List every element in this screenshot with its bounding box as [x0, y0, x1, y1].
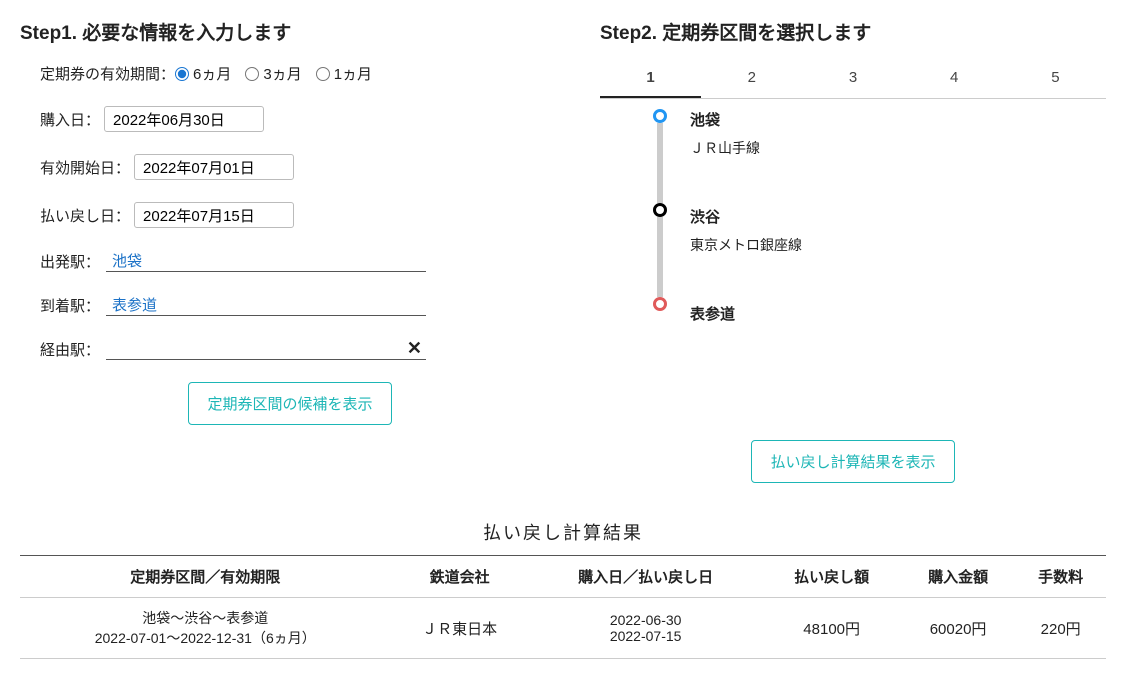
route-node [653, 297, 667, 311]
cell-company: ＪＲ東日本 [390, 598, 528, 659]
table-header: 手数料 [1015, 556, 1106, 598]
route-segment [657, 217, 663, 297]
route-segment [657, 123, 663, 203]
purchase-date-input[interactable] [104, 106, 264, 132]
line-name: ＪＲ山手線 [690, 138, 1106, 158]
dep-row: 出発駅： [40, 250, 560, 272]
validity-radio-3ヵ月[interactable]: 3ヵ月 [245, 63, 301, 84]
start-row: 有効開始日： [40, 154, 560, 180]
tab-4[interactable]: 4 [904, 63, 1005, 98]
validity-radio-6ヵ月[interactable]: 6ヵ月 [175, 63, 231, 84]
station-name: 表参道 [690, 303, 1106, 324]
route-diagram: 池袋 ＪＲ山手線渋谷東京メトロ銀座線表参道 [600, 109, 1106, 400]
station-name: 渋谷 [690, 206, 1106, 227]
via-input[interactable] [106, 338, 426, 360]
route-node [653, 109, 667, 123]
cell-fee: 220円 [1015, 598, 1106, 659]
validity-row: 定期券の有効期間： 6ヵ月 3ヵ月 1ヵ月 [40, 63, 560, 84]
arr-row: 到着駅： [40, 294, 560, 316]
via-label: 経由駅： [40, 339, 100, 360]
dep-label: 出発駅： [40, 251, 100, 272]
route-stop: 表参道 [690, 303, 1106, 400]
via-row: 経由駅： ✕ [40, 338, 560, 360]
table-header: 払い戻し額 [763, 556, 901, 598]
purchase-label: 購入日： [40, 109, 100, 130]
start-date-input[interactable] [134, 154, 294, 180]
line-name: 東京メトロ銀座線 [690, 235, 1106, 255]
route-stop: 池袋 ＪＲ山手線 [690, 109, 1106, 206]
validity-radio-1ヵ月[interactable]: 1ヵ月 [316, 63, 372, 84]
cell-refund: 48100円 [763, 598, 901, 659]
purchase-row: 購入日： [40, 106, 560, 132]
station-name: 池袋 [690, 109, 1106, 130]
cell-dates: 2022-06-30 2022-07-15 [529, 598, 763, 659]
tab-1[interactable]: 1 [600, 63, 701, 98]
refund-date-input[interactable] [134, 202, 294, 228]
arrival-input[interactable] [106, 294, 426, 316]
refund-label: 払い戻し日： [40, 205, 130, 226]
table-header: 定期券区間／有効期限 [20, 556, 390, 598]
table-header: 鉄道会社 [390, 556, 528, 598]
validity-label: 定期券の有効期間： [40, 63, 175, 84]
cell-section: 池袋〜渋谷〜表参道 2022-07-01〜2022-12-31（6ヵ月） [20, 598, 390, 659]
start-label: 有効開始日： [40, 157, 130, 178]
cell-purchase: 60020円 [901, 598, 1015, 659]
table-header: 購入日／払い戻し日 [529, 556, 763, 598]
route-stop: 渋谷東京メトロ銀座線 [690, 206, 1106, 303]
table-row: 池袋〜渋谷〜表参道 2022-07-01〜2022-12-31（6ヵ月） ＪＲ東… [20, 598, 1106, 659]
results-table: 定期券区間／有効期限鉄道会社購入日／払い戻し日払い戻し額購入金額手数料 池袋〜渋… [20, 555, 1106, 659]
tab-bar: 12345 [600, 63, 1106, 99]
results-title: 払い戻し計算結果 [20, 519, 1106, 545]
tab-5[interactable]: 5 [1005, 63, 1106, 98]
step1-heading: Step1. 必要な情報を入力します [20, 18, 560, 45]
table-header: 購入金額 [901, 556, 1015, 598]
tab-3[interactable]: 3 [802, 63, 903, 98]
route-node [653, 203, 667, 217]
arr-label: 到着駅： [40, 295, 100, 316]
departure-input[interactable] [106, 250, 426, 272]
show-candidates-button[interactable]: 定期券区間の候補を表示 [188, 382, 391, 425]
refund-row: 払い戻し日： [40, 202, 560, 228]
tab-2[interactable]: 2 [701, 63, 802, 98]
clear-icon[interactable]: ✕ [407, 338, 422, 359]
show-results-button[interactable]: 払い戻し計算結果を表示 [751, 440, 954, 483]
step2-heading: Step2. 定期券区間を選択します [600, 18, 1106, 45]
